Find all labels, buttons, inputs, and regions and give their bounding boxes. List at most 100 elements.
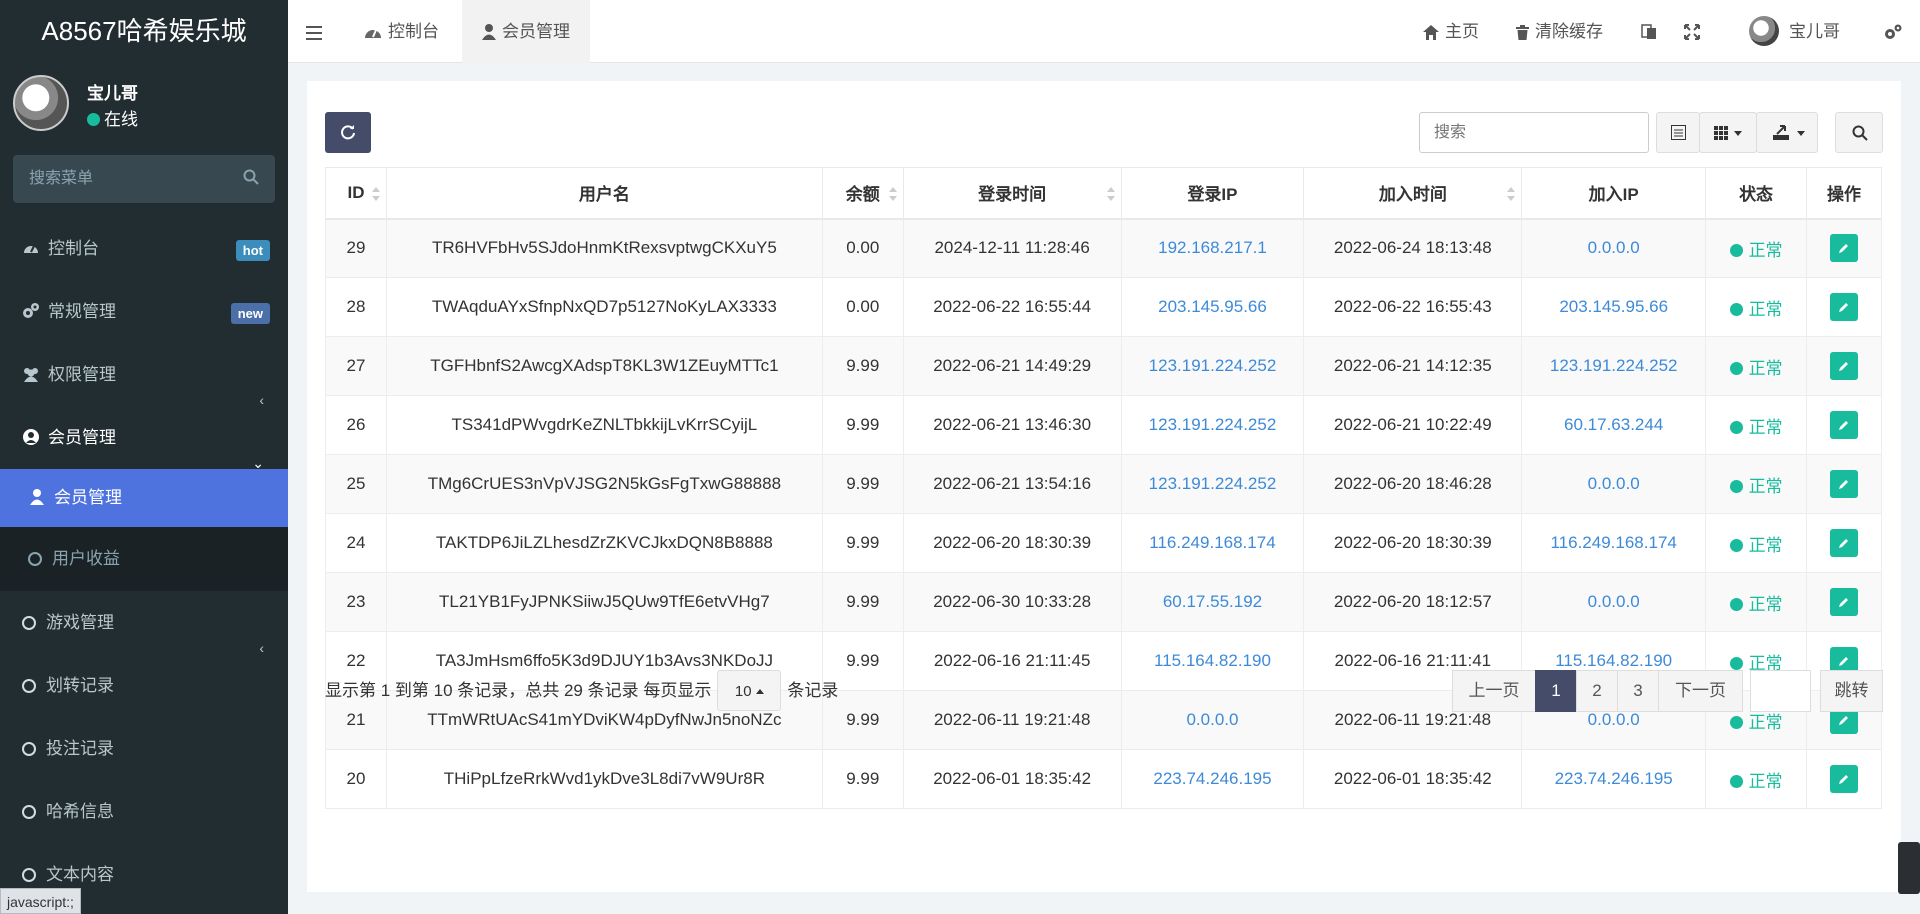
cell-login-ip-value[interactable]: 203.145.95.66	[1158, 297, 1267, 316]
cell-join-ip[interactable]: 223.74.246.195	[1521, 749, 1707, 809]
menu-toggle-button[interactable]	[306, 0, 336, 63]
edit-button[interactable]	[1830, 765, 1858, 793]
cell-balance-value: 9.99	[846, 356, 880, 375]
sidebar-item-hash-info[interactable]: 哈希信息	[0, 780, 288, 843]
per-page-select[interactable]: 10	[717, 670, 782, 711]
cell-join-ip-value[interactable]: 203.145.95.66	[1559, 297, 1668, 316]
cell-join-ip-value[interactable]: 123.191.224.252	[1550, 356, 1678, 375]
language-button[interactable]	[1641, 0, 1663, 63]
page-3-button[interactable]: 3	[1617, 670, 1659, 712]
cell-login-ip[interactable]: 0.0.0.0	[1120, 690, 1305, 750]
status-dot-icon	[1729, 597, 1743, 611]
table-row[interactable]: 20 THiPpLfzeRrkWvd1ykDve3L8di7vW9Ur8R 9.99…	[325, 749, 1882, 809]
page-1-button[interactable]: 1	[1535, 670, 1577, 712]
cell-join-ip-value[interactable]: 60.17.63.244	[1564, 415, 1663, 434]
app-title[interactable]: A8567哈希娱乐城	[0, 0, 288, 63]
sidebar-item-bets[interactable]: 投注记录	[0, 717, 288, 780]
export-button[interactable]	[1756, 112, 1818, 153]
cell-join-ip[interactable]: 0.0.0.0	[1521, 454, 1707, 514]
cell-login-ip[interactable]: 123.191.224.252	[1120, 454, 1305, 514]
sort-icon	[371, 187, 380, 201]
cell-login-ip[interactable]: 123.191.224.252	[1120, 336, 1305, 396]
cell-join-ip-value[interactable]: 223.74.246.195	[1555, 769, 1673, 788]
column-header-id[interactable]: ID	[325, 167, 387, 220]
table-row[interactable]: 26 TS341dPWvgdrKeZNLTbkkijLvKrrSCyijL 9.99…	[325, 395, 1882, 455]
cell-login-ip-value[interactable]: 192.168.217.1	[1158, 238, 1267, 257]
cell-login-ip-value[interactable]: 0.0.0.0	[1186, 710, 1238, 729]
sidebar-item-permissions[interactable]: 权限管理 ‹	[0, 343, 288, 408]
cell-login-ip-value[interactable]: 116.249.168.174	[1149, 533, 1275, 552]
cell-login-ip-value[interactable]: 123.191.224.252	[1149, 474, 1277, 493]
search-input[interactable]	[1419, 112, 1649, 153]
edit-button[interactable]	[1830, 411, 1858, 439]
cell-join-ip-value[interactable]: 0.0.0.0	[1588, 592, 1640, 611]
cell-join-ip[interactable]: 60.17.63.244	[1521, 395, 1707, 455]
cell-join-ip-value[interactable]: 0.0.0.0	[1588, 710, 1640, 729]
cell-join-ip-value[interactable]: 0.0.0.0	[1588, 474, 1640, 493]
table-row[interactable]: 29 TR6HVFbHv5SJdoHnmKtRexsvptwgCKXuY5 0.00…	[325, 218, 1882, 278]
edit-button[interactable]	[1830, 234, 1858, 263]
next-page-button[interactable]: 下一页	[1658, 670, 1743, 712]
cell-login-ip[interactable]: 123.191.224.252	[1120, 395, 1305, 455]
jump-page-input[interactable]	[1750, 670, 1811, 712]
columns-button[interactable]	[1699, 112, 1757, 153]
jump-button[interactable]: 跳转	[1820, 670, 1883, 712]
tab-members[interactable]: 会员管理	[462, 0, 590, 63]
page-2-button[interactable]: 2	[1576, 670, 1618, 712]
edit-button[interactable]	[1830, 529, 1858, 557]
tab-dashboard[interactable]: 控制台	[348, 0, 455, 63]
cell-login-ip[interactable]: 203.145.95.66	[1120, 277, 1305, 337]
cell-join-ip-value[interactable]: 116.249.168.174	[1550, 533, 1676, 552]
sidebar-item-transfers[interactable]: 划转记录	[0, 654, 288, 717]
cell-login-ip[interactable]: 116.249.168.174	[1120, 513, 1305, 573]
circle-icon	[22, 679, 36, 693]
table-row[interactable]: 23 TL21YB1FyJPNKSiiwJ5QUw9TfE6etvVHg7 9.99…	[325, 572, 1882, 632]
home-link[interactable]: 主页	[1423, 0, 1479, 63]
edit-button[interactable]	[1830, 352, 1858, 380]
header-label: 加入时间	[1378, 185, 1447, 205]
cell-username-value: TAKTDP6JiLZLhesdZrZKVCJkxDQN8B8888	[435, 533, 773, 552]
user-menu[interactable]: 宝儿哥	[1749, 0, 1840, 63]
cell-join-ip[interactable]: 0.0.0.0	[1521, 218, 1707, 278]
sidebar-item-general[interactable]: 常规管理 new	[0, 280, 288, 343]
table-row[interactable]: 25 TMg6CrUES3nVpVJSG2N5kGsFgTxwG88888 9.99…	[325, 454, 1882, 514]
sidebar-subitem-earnings[interactable]: 用户收益	[0, 527, 288, 591]
cell-join-ip[interactable]: 116.249.168.174	[1521, 513, 1707, 573]
sidebar-subitem-members[interactable]: 会员管理	[0, 469, 288, 527]
cell-join-ip-value[interactable]: 0.0.0.0	[1588, 238, 1640, 257]
column-header-login-time[interactable]: 登录时间	[902, 167, 1122, 220]
sidebar-item-dashboard[interactable]: 控制台 hot	[0, 217, 288, 280]
cell-login-ip-value[interactable]: 115.164.82.190	[1154, 651, 1271, 670]
menu-search-input[interactable]: 搜索菜单	[13, 155, 275, 203]
toggle-view-button[interactable]	[1656, 112, 1700, 153]
table-row[interactable]: 24 TAKTDP6JiLZLhesdZrZKVCJkxDQN8B8888 9.99…	[325, 513, 1882, 573]
fullscreen-button[interactable]	[1684, 0, 1706, 63]
advanced-search-button[interactable]	[1835, 112, 1883, 153]
cell-login-ip[interactable]: 223.74.246.195	[1120, 749, 1305, 809]
cell-login-ip-value[interactable]: 123.191.224.252	[1149, 356, 1277, 375]
cell-login-ip-value[interactable]: 60.17.55.192	[1163, 592, 1262, 611]
cell-login-ip-value[interactable]: 223.74.246.195	[1153, 769, 1271, 788]
column-header-join-time[interactable]: 加入时间	[1303, 167, 1523, 220]
table-row[interactable]: 28 TWAqduAYxSfnpNxQD7p5127NoKyLAX3333 0.00…	[325, 277, 1882, 337]
edit-button[interactable]	[1830, 293, 1858, 321]
table-row[interactable]: 27 TGFHbnfS2AwcgXAdspT8KL3W1ZEuyMTTc1 9.99…	[325, 336, 1882, 396]
refresh-button[interactable]	[325, 112, 371, 153]
sidebar-item-members[interactable]: 会员管理 ⌄	[0, 406, 288, 471]
cell-login-ip[interactable]: 192.168.217.1	[1120, 218, 1305, 278]
cell-login-ip-value[interactable]: 123.191.224.252	[1149, 415, 1277, 434]
edit-button[interactable]	[1830, 588, 1858, 616]
scroll-handle[interactable]	[1898, 842, 1920, 894]
cell-login-ip[interactable]: 115.164.82.190	[1120, 631, 1305, 691]
cell-join-ip[interactable]: 0.0.0.0	[1521, 572, 1707, 632]
cell-join-ip[interactable]: 203.145.95.66	[1521, 277, 1707, 337]
column-header-balance[interactable]: 余额	[821, 167, 904, 220]
edit-button[interactable]	[1830, 470, 1858, 498]
clear-cache-button[interactable]: 清除缓存	[1516, 0, 1603, 63]
settings-button[interactable]	[1884, 0, 1908, 63]
cell-join-ip[interactable]: 123.191.224.252	[1521, 336, 1707, 396]
sidebar-item-games[interactable]: 游戏管理 ‹	[0, 591, 288, 656]
cell-join-ip-value[interactable]: 115.164.82.190	[1555, 651, 1672, 670]
cell-login-ip[interactable]: 60.17.55.192	[1120, 572, 1305, 632]
prev-page-button[interactable]: 上一页	[1452, 670, 1536, 712]
